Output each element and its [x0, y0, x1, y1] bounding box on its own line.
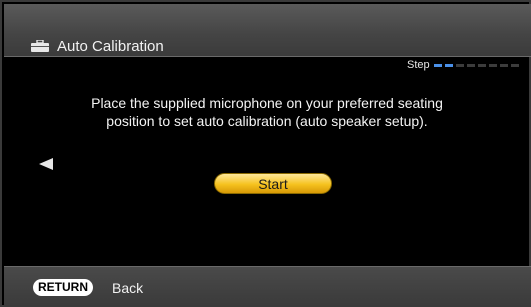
page-title: Auto Calibration [57, 38, 164, 55]
start-button-label: Start [258, 175, 288, 192]
footer-bar: RETURN Back [4, 266, 531, 307]
step-segment-2 [444, 63, 453, 67]
instruction-message: Place the supplied microphone on your pr… [42, 94, 492, 130]
instruction-line-2: position to set auto calibration (auto s… [106, 113, 428, 129]
instruction-line-1: Place the supplied microphone on your pr… [91, 95, 443, 111]
step-segment-8 [510, 63, 519, 67]
left-arrow-icon[interactable] [39, 158, 53, 170]
title-bar: Auto Calibration [4, 4, 531, 57]
toolbox-icon [31, 40, 49, 52]
step-label: Step [407, 59, 430, 71]
step-segment-4 [466, 63, 475, 67]
return-button[interactable]: RETURN [33, 279, 93, 296]
step-segment-3 [455, 63, 464, 67]
screen-frame: Auto Calibration Step Place the supplied… [0, 0, 531, 307]
step-segment-6 [488, 63, 497, 67]
step-segment-5 [477, 63, 486, 67]
step-segment-7 [499, 63, 508, 67]
step-segments [433, 63, 522, 67]
start-button[interactable]: Start [214, 173, 332, 194]
step-segment-1 [433, 63, 442, 67]
back-label: Back [112, 280, 144, 296]
step-indicator: Step [407, 59, 522, 71]
